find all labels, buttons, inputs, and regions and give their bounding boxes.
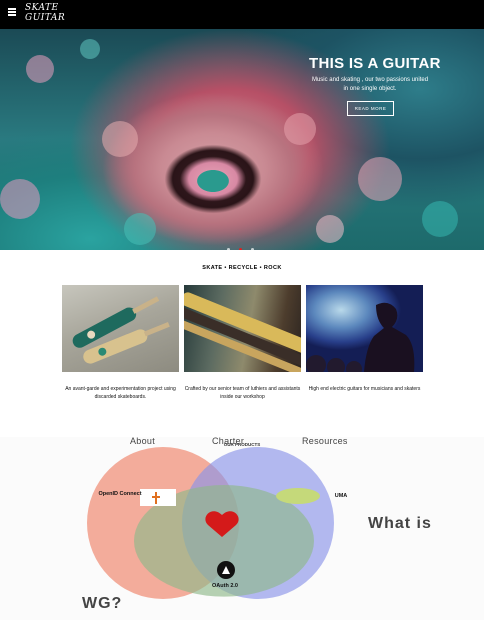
musician-image: [306, 285, 423, 372]
logo-line-1: SKATE: [25, 3, 59, 13]
logo-line-2: GUITAR: [25, 13, 66, 23]
guitars-image: [62, 285, 179, 372]
tagline: SKATE • RECYCLE • ROCK: [202, 265, 282, 271]
products-section: About Charter Resources OUR PRODUCTS Ope…: [0, 437, 484, 620]
slider-dot-3[interactable]: [251, 248, 254, 250]
card-1-text: An avant-garde and experimentation proje…: [65, 386, 176, 400]
uma-label: UMA: [334, 493, 348, 499]
workshop-image: [184, 285, 301, 372]
openid-label: OpenID Connect: [98, 491, 142, 497]
card-3-text: High end electric guitars for musicians …: [308, 386, 421, 392]
site-logo[interactable]: SKATE GUITAR: [25, 3, 66, 27]
slider-dot-2[interactable]: [239, 248, 242, 250]
wg-heading: WG?: [82, 595, 123, 612]
top-bar: SKATE GUITAR: [0, 0, 484, 29]
hero-subtitle: Music and skating , our two passions uni…: [311, 77, 429, 92]
read-more-button[interactable]: READ MORE: [347, 101, 394, 116]
oauth-label: OAuth 2.0: [212, 583, 238, 589]
card-2-text: Crafted by our senior team of luthiers a…: [184, 386, 301, 400]
slider-dots: [227, 238, 263, 250]
slider-dot-1[interactable]: [227, 248, 230, 250]
hero-title: THIS IS A GUITAR: [309, 55, 441, 72]
hamburger-menu-icon[interactable]: [8, 8, 16, 16]
products-label: OUR PRODUCTS: [223, 442, 261, 447]
uma-logo-icon: [276, 488, 320, 504]
what-is-heading: What is: [368, 515, 432, 532]
hero-slider: THIS IS A GUITAR Music and skating , our…: [0, 29, 484, 250]
